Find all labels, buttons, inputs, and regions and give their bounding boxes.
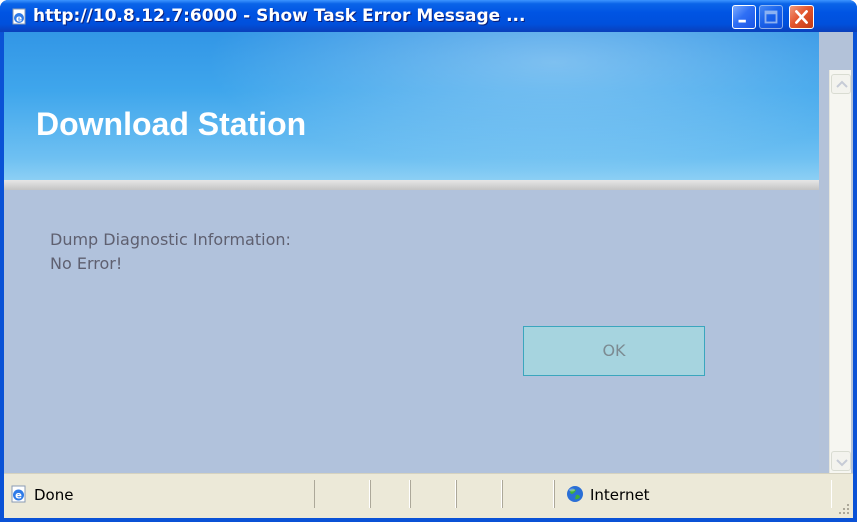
status-text: Done	[34, 486, 74, 504]
status-panel	[410, 480, 456, 508]
close-button[interactable]	[789, 5, 814, 29]
vertical-scrollbar[interactable]	[829, 70, 851, 473]
page-title: Download Station	[36, 106, 307, 142]
page-content-area: Download Station Dump Diagnostic Informa…	[4, 32, 853, 518]
title-bar[interactable]: e http://10.8.12.7:6000 - Show Task Erro…	[0, 0, 857, 32]
ie-page-icon: e	[11, 485, 26, 503]
chevron-down-icon	[836, 459, 848, 467]
status-panel	[502, 480, 554, 508]
maximize-icon	[764, 10, 778, 24]
minimize-icon	[738, 19, 746, 23]
svg-text:e: e	[16, 15, 22, 25]
scroll-up-button[interactable]	[831, 74, 851, 94]
svg-text:e: e	[15, 491, 22, 502]
header-banner: Download Station	[4, 32, 819, 180]
security-zone-text: Internet	[590, 486, 650, 504]
status-panel	[456, 480, 502, 508]
banner-divider	[4, 180, 819, 190]
chevron-up-icon	[836, 80, 848, 88]
diagnostic-value: No Error!	[50, 254, 123, 273]
ok-button[interactable]: OK	[523, 326, 705, 376]
maximize-button[interactable]	[759, 5, 783, 29]
message-panel: Dump Diagnostic Information: No Error! O…	[4, 190, 819, 473]
minimize-button[interactable]	[732, 5, 756, 29]
status-panel	[314, 480, 370, 508]
status-bar: e Done Internet	[4, 473, 853, 518]
globe-icon	[567, 486, 583, 502]
status-panel	[370, 480, 410, 508]
browser-popup-window: e http://10.8.12.7:6000 - Show Task Erro…	[0, 0, 857, 522]
scroll-down-button[interactable]	[831, 451, 851, 471]
close-icon	[795, 10, 808, 24]
ie-page-icon: e	[12, 8, 26, 25]
window-title: http://10.8.12.7:6000 - Show Task Error …	[33, 6, 526, 26]
diagnostic-label: Dump Diagnostic Information:	[50, 230, 291, 249]
resize-grip-icon[interactable]	[837, 502, 851, 516]
